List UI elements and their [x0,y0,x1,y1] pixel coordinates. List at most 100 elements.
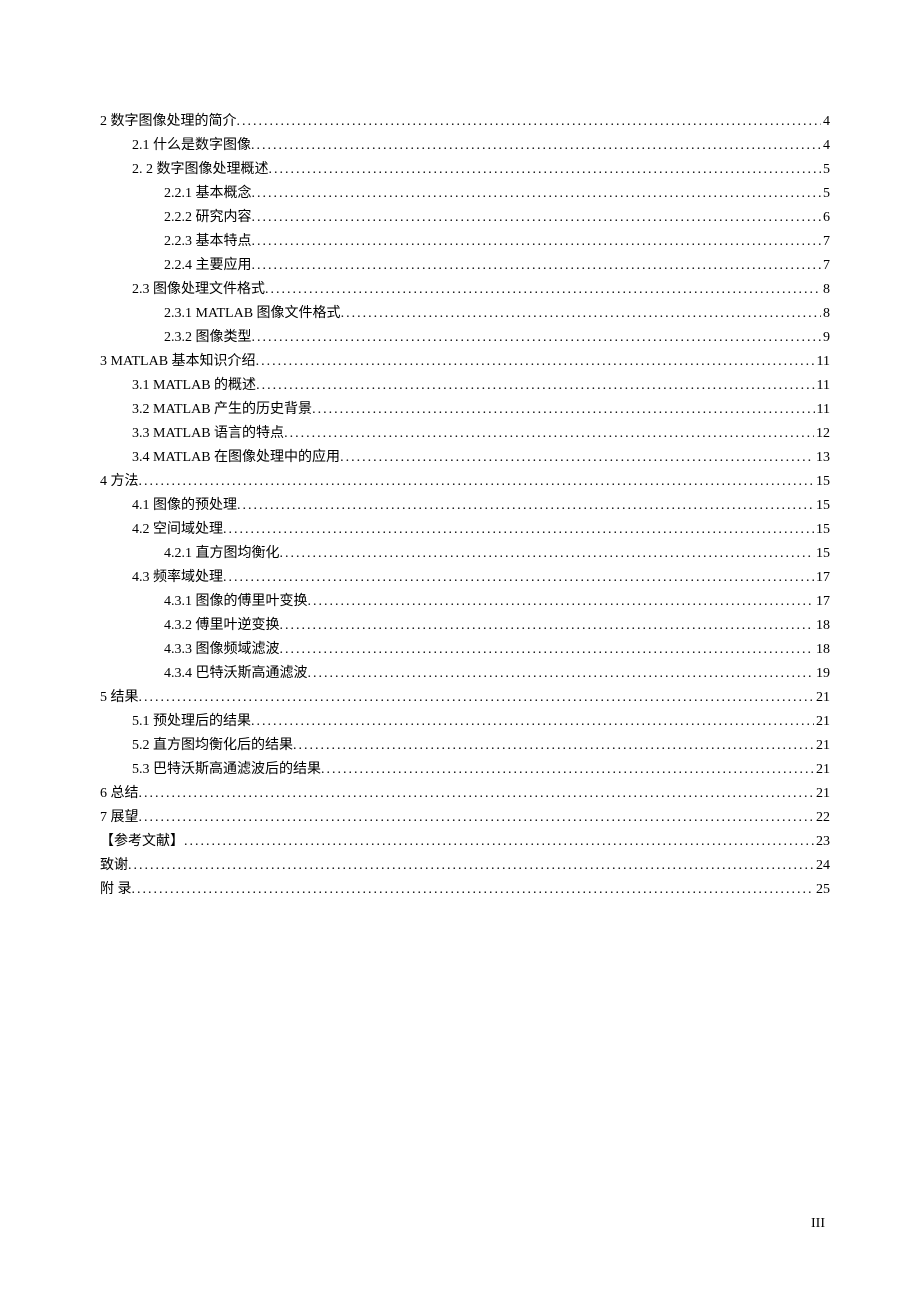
toc-entry-title: 5.2 直方图均衡化后的结果 [132,734,293,758]
toc-entry: 4.3.3 图像频域滤波18 [100,638,830,662]
toc-container: 2 数字图像处理的简介42.1 什么是数字图像42. 2 数字图像处理概述52.… [0,0,920,902]
toc-entry: 5.2 直方图均衡化后的结果 21 [100,734,830,758]
toc-entry-page: 11 [815,350,830,374]
toc-dots [252,182,822,206]
toc-entry-title: 2. 2 数字图像处理概述 [132,158,269,182]
toc-entry-title: 4.3 频率域处理 [132,566,223,590]
toc-entry-title: 5.1 预处理后的结果 [132,710,251,734]
toc-entry: 2.2.4 主要应用 7 [100,254,830,278]
toc-entry: 2.3.2 图像类型 9 [100,326,830,350]
toc-entry-page: 19 [814,662,830,686]
toc-entry-page: 9 [821,326,830,350]
toc-entry-page: 11 [815,398,830,422]
toc-dots [308,662,815,686]
toc-entry-title: 2.3 图像处理文件格式 [132,278,265,302]
toc-entry-title: 4.2.1 直方图均衡化 [164,542,280,566]
toc-dots [139,686,815,710]
toc-entry-page: 5 [821,182,830,206]
toc-entry-page: 21 [814,710,830,734]
toc-entry-page: 15 [814,470,830,494]
toc-entry: 5.3 巴特沃斯高通滤波后的结果21 [100,758,830,782]
toc-entry-title: 3.1 MATLAB 的概述 [132,374,256,398]
toc-entry-page: 22 [814,806,830,830]
toc-entry-page: 21 [814,686,830,710]
toc-entry: 3.1 MATLAB 的概述11 [100,374,830,398]
toc-entry: 3.4 MATLAB 在图像处理中的应用13 [100,446,830,470]
toc-entry: 4.3.1 图像的傅里叶变换 17 [100,590,830,614]
toc-dots [269,158,822,182]
toc-entry: 4 方法 15 [100,470,830,494]
toc-entry-title: 3.4 MATLAB 在图像处理中的应用 [132,446,340,470]
toc-entry-title: 7 展望 [100,806,139,830]
toc-entry: 附 录 25 [100,878,830,902]
toc-entry-title: 5 结果 [100,686,139,710]
toc-entry-page: 5 [821,158,830,182]
toc-entry-title: 4.3.1 图像的傅里叶变换 [164,590,308,614]
toc-entry-title: 4.2 空间域处理 [132,518,223,542]
toc-entry-page: 24 [814,854,830,878]
toc-entry-page: 21 [814,782,830,806]
toc-dots [251,710,814,734]
toc-entry-page: 4 [821,134,830,158]
toc-entry-title: 2.3.1 MATLAB 图像文件格式 [164,302,341,326]
toc-dots [252,230,822,254]
toc-entry: 2.3 图像处理文件格式8 [100,278,830,302]
toc-entry: 4.1 图像的预处理15 [100,494,830,518]
toc-entry-title: 3 MATLAB 基本知识介绍 [100,350,256,374]
toc-entry-page: 25 [814,878,830,902]
toc-dots [252,206,822,230]
toc-entry-page: 6 [821,206,830,230]
toc-entry: 3.2 MATLAB 产生的历史背景 11 [100,398,830,422]
toc-dots [312,398,814,422]
toc-dots [237,110,822,134]
toc-entry-page: 7 [821,254,830,278]
toc-entry-page: 4 [821,110,830,134]
toc-entry-page: 23 [814,830,830,854]
toc-entry-page: 17 [814,566,830,590]
toc-entry: 2.3.1 MATLAB 图像文件格式8 [100,302,830,326]
toc-entry: 5.1 预处理后的结果 21 [100,710,830,734]
toc-entry-title: 2.2.4 主要应用 [164,254,252,278]
toc-entry: 5 结果 21 [100,686,830,710]
toc-entry: 4.2.1 直方图均衡化 15 [100,542,830,566]
toc-entry-title: 4.1 图像的预处理 [132,494,237,518]
toc-entry-page: 17 [814,590,830,614]
toc-entry-title: 4 方法 [100,470,139,494]
toc-entry: 2.2.1 基本概念 5 [100,182,830,206]
toc-entry: 4.3.2 傅里叶逆变换 18 [100,614,830,638]
toc-entry-page: 7 [821,230,830,254]
toc-entry-page: 15 [814,518,830,542]
toc-dots [139,470,815,494]
toc-dots [223,566,814,590]
toc-dots [321,758,814,782]
toc-dots [184,830,814,854]
toc-dots [139,782,815,806]
toc-dots [256,374,814,398]
toc-dots [252,326,822,350]
toc-entry-title: 2.1 什么是数字图像 [132,134,251,158]
toc-entry-page: 21 [814,758,830,782]
toc-list: 2 数字图像处理的简介42.1 什么是数字图像42. 2 数字图像处理概述52.… [100,110,830,902]
toc-dots [340,446,814,470]
toc-dots [132,878,815,902]
toc-entry-page: 15 [814,542,830,566]
toc-entry: 6 总结21 [100,782,830,806]
toc-dots [265,278,821,302]
toc-entry-page: 18 [814,614,830,638]
toc-entry: 2 数字图像处理的简介 4 [100,110,830,134]
toc-entry-title: 4.3.4 巴特沃斯高通滤波 [164,662,308,686]
toc-entry: 2.2.2 研究内容 6 [100,206,830,230]
toc-entry-page: 21 [814,734,830,758]
toc-entry-title: 附 录 [100,878,132,902]
toc-entry-title: 4.3.2 傅里叶逆变换 [164,614,280,638]
toc-entry-page: 12 [814,422,830,446]
toc-dots [256,350,815,374]
toc-entry-title: 2 数字图像处理的简介 [100,110,237,134]
toc-entry-title: 2.2.3 基本特点 [164,230,252,254]
toc-entry: 4.2 空间域处理 15 [100,518,830,542]
toc-dots [223,518,814,542]
toc-entry-title: 2.3.2 图像类型 [164,326,252,350]
toc-entry-title: 2.2.2 研究内容 [164,206,252,230]
toc-entry-title: 3.2 MATLAB 产生的历史背景 [132,398,312,422]
toc-entry-title: 2.2.1 基本概念 [164,182,252,206]
